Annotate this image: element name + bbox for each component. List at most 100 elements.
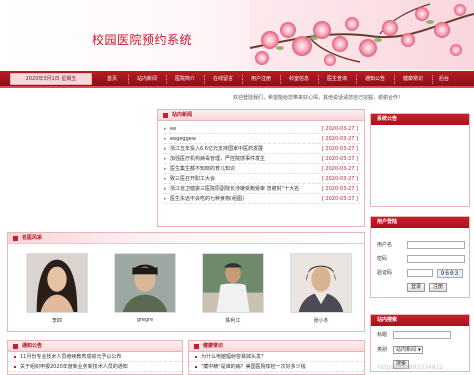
- arrow-right-icon: ▸: [164, 186, 167, 192]
- square-bullet-icon: [13, 236, 18, 241]
- arrow-right-icon: ▸: [164, 196, 167, 202]
- square-bullet-icon: [163, 113, 168, 118]
- nav-items: 首页 站内新闻 医院简介 在线留言 用户注册 科室信息 医生查询 通知公告 健康…: [96, 71, 474, 88]
- list-item[interactable]: ▸ 浙江省卫健委三医院原副院长涉嫌受贿受审 曾被封“十大名 [ 2020-03-27…: [164, 184, 360, 194]
- nav-item-health-tips[interactable]: 健康常识: [394, 71, 432, 88]
- captcha-input[interactable]: [407, 269, 433, 277]
- search-panel-title: 站内搜索: [377, 317, 398, 323]
- news-date: [ 2020-03-27 ]: [321, 146, 358, 152]
- arrow-right-icon: ▸: [164, 176, 167, 182]
- list-item[interactable]: ▸ ee [ 2020-03-27 ]: [164, 124, 360, 134]
- nav-item-doctor-search[interactable]: 医生查询: [318, 71, 356, 88]
- login-panel-header: 用户登陆: [371, 217, 469, 228]
- system-notice-title: 系统公告: [377, 116, 398, 122]
- main-nav: 2020年3月1日 星期五 首页 站内新闻 医院简介 在线留言 用户注册 科室信…: [0, 71, 474, 88]
- doctor-name[interactable]: 张小冬: [290, 317, 352, 324]
- nav-item-register[interactable]: 用户注册: [242, 71, 280, 88]
- news-panel: 站内新闻 ▸ ee[ 2020-03-27 ] ▸ eegeggew[ 2020-0…: [157, 109, 365, 227]
- news-link[interactable]: 浙江省卫健委三医院原副院长涉嫌受贿受审 曾被封“十大名: [170, 184, 310, 194]
- doctor-name[interactable]: 陈利江: [202, 317, 264, 324]
- password-row: 密码: [377, 255, 467, 265]
- bullet-icon: [195, 356, 197, 358]
- notice-link[interactable]: 11月份专业技术人员继续教育成绩元予以公布: [20, 352, 121, 362]
- health-tips-panel: 健康常识 为什么电脑辐射容易掉头发？ "藏中精"是谁的病？美国医院体检一次好多少…: [188, 340, 365, 375]
- doctor-photo[interactable]: [290, 253, 352, 313]
- notice-link[interactable]: 关于组织申报2020年度新业务新技术人员的通知: [20, 362, 128, 372]
- news-link[interactable]: 加强医疗机构病毒管理，严控院感事件发生: [170, 154, 310, 164]
- chevron-down-icon: ▼: [417, 347, 421, 352]
- register-button[interactable]: 注册: [429, 283, 447, 292]
- doctor-card[interactable]: 李四: [26, 253, 88, 324]
- news-date: [ 2020-03-27 ]: [321, 136, 358, 142]
- list-item[interactable]: ▸ 浙江五年投入6.6亿元支持国家中医药发展 [ 2020-03-27 ]: [164, 144, 360, 154]
- news-link[interactable]: ee: [170, 124, 310, 134]
- nav-item-guestbook[interactable]: 在线留言: [204, 71, 242, 88]
- list-item[interactable]: 11月份专业技术人员继续教育成绩元予以公布: [8, 352, 182, 362]
- captcha-image[interactable]: 9603: [437, 269, 463, 278]
- bullet-icon: [195, 366, 197, 368]
- list-item[interactable]: "藏中精"是谁的病？美国医院体检一次好多少钱: [189, 362, 364, 372]
- square-bullet-icon: [13, 344, 18, 349]
- news-link[interactable]: 医生永远不会吃的七种食物(组图): [170, 194, 310, 204]
- doctor-name[interactable]: gregre: [114, 317, 176, 323]
- list-item[interactable]: 为什么电脑辐射容易掉头发？: [189, 352, 364, 362]
- news-link[interactable]: 致三医召开职工大会: [170, 174, 310, 184]
- category-row: 类别 站内新闻 ▼: [377, 346, 467, 356]
- list-item[interactable]: ▸ 加强医疗机构病毒管理，严控院感事件发生 [ 2020-03-27 ]: [164, 154, 360, 164]
- doctor-photo[interactable]: [202, 253, 264, 313]
- captcha-row: 验证码 9603: [377, 269, 467, 279]
- username-input[interactable]: [407, 241, 465, 249]
- category-label: 类别: [377, 347, 388, 353]
- arrow-right-icon: ▸: [164, 136, 167, 142]
- arrow-right-icon: ▸: [164, 146, 167, 152]
- news-panel-header: 站内新闻: [158, 110, 364, 121]
- watermark-text: https://jq2892034822: [378, 364, 444, 371]
- news-link[interactable]: 浙江五年投入6.6亿元支持国家中医药发展: [170, 144, 310, 154]
- news-link[interactable]: eegeggew: [170, 134, 310, 144]
- bullet-icon: [14, 366, 16, 368]
- doctor-card[interactable]: 陈利江: [202, 253, 264, 324]
- notice-panel-title: 通知公告: [22, 343, 43, 349]
- password-input[interactable]: [407, 255, 465, 263]
- doctor-card[interactable]: 张小冬: [290, 253, 352, 324]
- doctor-card[interactable]: gregre: [114, 253, 176, 323]
- keyword-label: 标题: [377, 332, 388, 338]
- list-item[interactable]: ▸ 医生集生都不知晓的育儿知识 [ 2020-03-27 ]: [164, 164, 360, 174]
- list-item[interactable]: ▸ 医生永远不会吃的七种食物(组图) [ 2020-03-27 ]: [164, 194, 360, 204]
- news-link[interactable]: 医生集生都不知晓的育儿知识: [170, 164, 310, 174]
- doctors-panel: 名医风采 李四 gregre 陈利江 张小冬: [7, 232, 365, 332]
- doctor-photo[interactable]: [26, 253, 88, 313]
- site-title: 校园医院预约系统: [92, 33, 193, 47]
- doctor-name[interactable]: 李四: [26, 317, 88, 324]
- list-item[interactable]: ▸ 致三医召开职工大会 [ 2020-03-27 ]: [164, 174, 360, 184]
- news-date: [ 2020-03-27 ]: [321, 156, 358, 162]
- username-label: 用户名: [377, 242, 393, 248]
- system-notice-header: 系统公告: [371, 114, 469, 125]
- health-tip-link[interactable]: "藏中精"是谁的病？美国医院体检一次好多少钱: [201, 362, 306, 372]
- nav-item-notices[interactable]: 通知公告: [356, 71, 394, 88]
- list-item[interactable]: ▸ eegeggew [ 2020-03-27 ]: [164, 134, 360, 144]
- nav-item-home[interactable]: 首页: [96, 71, 128, 88]
- username-row: 用户名: [377, 241, 467, 251]
- list-item[interactable]: 关于组织申报2020年度新业务新技术人员的通知: [8, 362, 182, 372]
- news-date: [ 2020-03-27 ]: [321, 186, 358, 192]
- site-header: 校园医院预约系统: [0, 0, 474, 70]
- doctor-photo[interactable]: [114, 253, 176, 313]
- login-button[interactable]: 登录: [407, 283, 425, 292]
- category-select[interactable]: 站内新闻 ▼: [393, 346, 423, 354]
- nav-item-news[interactable]: 站内新闻: [128, 71, 166, 88]
- nav-item-admin[interactable]: 后台: [432, 71, 456, 88]
- doctors-panel-header: 名医风采: [8, 233, 364, 244]
- health-tip-link[interactable]: 为什么电脑辐射容易掉头发？: [201, 352, 266, 362]
- health-tips-panel-header: 健康常识: [189, 341, 364, 352]
- keyword-input[interactable]: [393, 331, 451, 339]
- nav-item-departments[interactable]: 科室信息: [280, 71, 318, 88]
- keyword-row: 标题: [377, 331, 467, 341]
- category-selected-value: 站内新闻: [396, 347, 417, 353]
- captcha-label: 验证码: [377, 270, 393, 276]
- peach-blossom-banner-image: [250, 0, 474, 70]
- login-panel-title: 用户登陆: [377, 219, 398, 225]
- news-date: [ 2020-03-27 ]: [321, 126, 358, 132]
- current-date: 2020年3月1日 星期五: [10, 73, 92, 85]
- nav-item-hospital-intro[interactable]: 医院简介: [166, 71, 204, 88]
